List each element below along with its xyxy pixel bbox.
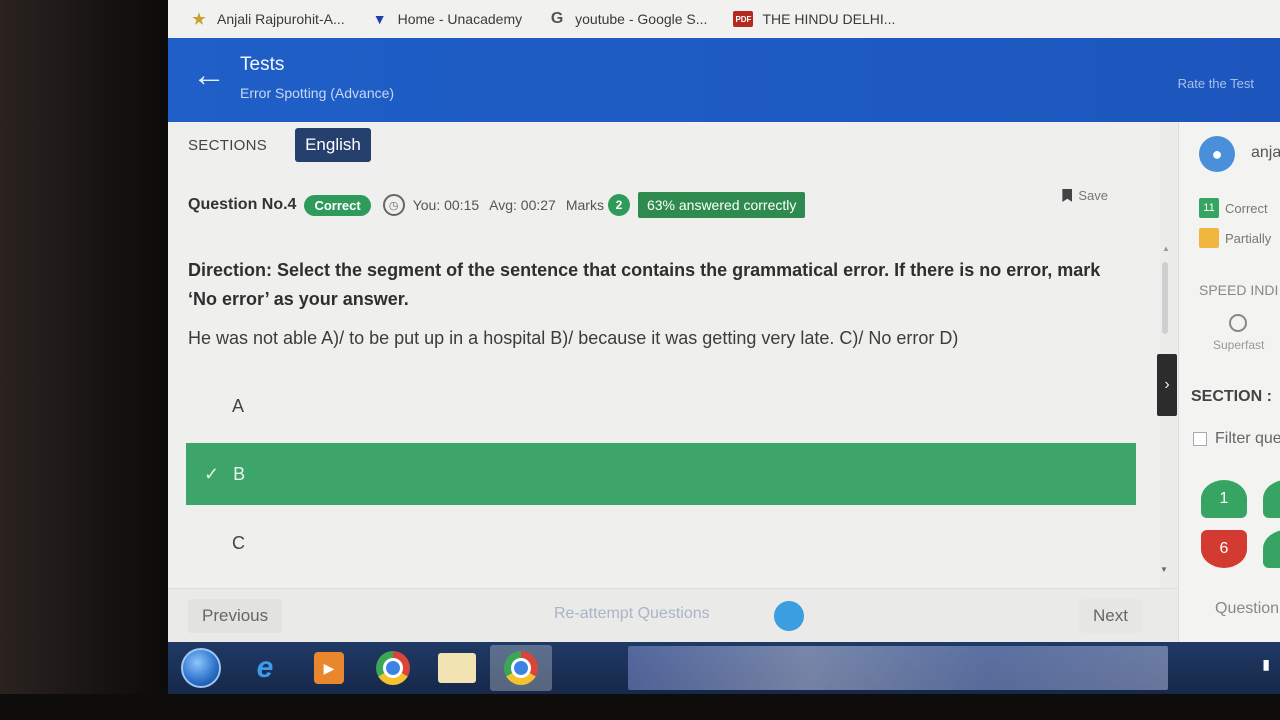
browser-screen: ★ Anjali Rajpurohit-A... ▼ Home - Unacad… — [168, 0, 1280, 694]
bookmark-anjali[interactable]: ★ Anjali Rajpurohit-A... — [190, 10, 345, 28]
taskbar-chrome-active[interactable] — [490, 645, 552, 691]
rate-test-link[interactable]: Rate the Test — [1178, 76, 1254, 91]
question-palette-label: Question — [1215, 600, 1280, 617]
option-label: C — [232, 532, 245, 553]
reattempt-questions-label: Re-attempt Questions — [554, 605, 710, 622]
bookmark-label: Anjali Rajpurohit-A... — [217, 11, 345, 27]
previous-button[interactable]: Previous — [188, 599, 283, 633]
start-button[interactable] — [170, 645, 232, 691]
question-direction: Direction: Select the segment of the sen… — [188, 260, 1101, 309]
legend-partial: Partially — [1199, 228, 1271, 248]
filter-checkbox[interactable] — [1193, 432, 1207, 446]
star-icon: ★ — [192, 11, 206, 28]
bookmark-youtube-google[interactable]: G youtube - Google S... — [548, 10, 708, 28]
stopwatch-icon — [1229, 314, 1247, 332]
right-sidebar: ● anja 11 Correct Partially SPEED INDI S… — [1178, 122, 1280, 642]
sections-label: SECTIONS — [188, 136, 268, 154]
legend-label: Correct — [1225, 200, 1268, 216]
bookmark-label: THE HINDU DELHI... — [762, 11, 896, 27]
option-label: A — [232, 395, 245, 416]
save-button[interactable]: Save — [1062, 188, 1108, 203]
checkmark-icon: ✓ — [204, 463, 220, 484]
chrome-icon — [376, 651, 410, 685]
correct-count: 11 — [1199, 198, 1219, 218]
question-bubble-1[interactable]: 1 — [1201, 480, 1247, 518]
option-c[interactable]: C — [186, 512, 1136, 574]
marks-value: 2 — [607, 194, 630, 216]
question-bubble-next[interactable] — [1263, 530, 1280, 568]
folder-icon — [438, 653, 476, 683]
question-footer: Previous Re-attempt Questions Next — [168, 588, 1178, 642]
monitor-bezel-bottom — [0, 694, 1280, 720]
internet-explorer-icon: e — [256, 651, 274, 684]
answered-correctly-badge: 63% answered correctly — [637, 192, 806, 218]
legend-label: Partially — [1225, 230, 1272, 246]
stopwatch-icon: ◷ — [382, 194, 405, 216]
legend-correct: 11 Correct — [1199, 198, 1268, 218]
section-tab-english[interactable]: English — [295, 128, 371, 162]
taskbar-explorer[interactable] — [426, 645, 488, 691]
marks-label: Marks — [565, 197, 604, 213]
average-time: Avg: 00:27 — [489, 197, 556, 213]
option-b-selected[interactable]: ✓ B — [186, 443, 1136, 505]
question-number: Question No.4 — [188, 196, 297, 213]
partial-box — [1199, 228, 1219, 248]
taskbar-thumbnail-area — [628, 646, 1168, 690]
filter-questions[interactable]: Filter que — [1193, 430, 1280, 448]
taskbar-internet-explorer[interactable]: e — [234, 645, 296, 691]
scroll-up-arrow-icon[interactable]: ▲ — [1162, 244, 1170, 253]
question-meta-row: Question No.4 Correct ◷ You: 00:15 Avg: … — [188, 192, 806, 218]
pdf-icon: PDF — [733, 11, 754, 27]
bookmarks-bar: ★ Anjali Rajpurohit-A... ▼ Home - Unacad… — [168, 0, 1280, 38]
next-button[interactable]: Next — [1079, 599, 1142, 633]
speed-indicator-label: SPEED INDI — [1199, 282, 1279, 298]
user-name: anja — [1251, 144, 1280, 161]
question-bubble-6[interactable]: 6 — [1201, 530, 1247, 568]
question-bubble-next[interactable] — [1263, 480, 1280, 518]
page-subtitle: Error Spotting (Advance) — [240, 85, 395, 101]
bookmark-the-hindu[interactable]: PDF THE HINDU DELHI... — [733, 11, 895, 27]
speed-value: Superfast — [1213, 338, 1265, 352]
back-arrow-icon[interactable]: ← — [192, 58, 226, 92]
status-badge: Correct — [304, 194, 371, 216]
save-label: Save — [1078, 188, 1108, 203]
system-tray-icon[interactable]: ▮ — [1262, 656, 1270, 673]
scrollbar-thumb[interactable] — [1162, 262, 1168, 334]
section-heading: SECTION : — [1191, 388, 1272, 405]
media-player-icon: ▶ — [314, 652, 344, 684]
chrome-icon — [504, 651, 538, 685]
sidebar-toggle-button[interactable]: › — [1157, 354, 1177, 416]
bookmark-icon — [1062, 189, 1073, 202]
page-title: Tests — [240, 54, 285, 75]
test-header: ← Tests Error Spotting (Advance) Rate th… — [168, 38, 1280, 122]
google-icon: G — [550, 10, 564, 27]
question-sentence: He was not able A)/ to be put up in a ho… — [188, 328, 959, 348]
monitor-bezel-left — [0, 0, 168, 720]
windows-start-icon — [181, 648, 221, 688]
option-a[interactable]: A — [186, 375, 1136, 437]
bookmark-label: Home - Unacademy — [397, 11, 523, 27]
your-time: You: 00:15 — [412, 197, 480, 213]
bookmark-label: youtube - Google S... — [575, 11, 708, 27]
unacademy-icon: ▼ — [372, 11, 387, 27]
filter-label: Filter que — [1215, 430, 1280, 447]
bookmark-unacademy[interactable]: ▼ Home - Unacademy — [371, 10, 523, 28]
sections-row: SECTIONS English — [188, 128, 371, 162]
reattempt-toggle[interactable] — [774, 601, 804, 631]
option-label: B — [233, 463, 246, 484]
taskbar-media-player[interactable]: ▶ — [298, 645, 360, 691]
user-avatar-icon: ● — [1199, 136, 1235, 172]
windows-taskbar: e ▶ ▮ — [168, 642, 1280, 694]
chevron-right-icon: › — [1164, 376, 1170, 393]
scroll-down-arrow-icon[interactable]: ▼ — [1160, 565, 1168, 574]
taskbar-chrome[interactable] — [362, 645, 424, 691]
